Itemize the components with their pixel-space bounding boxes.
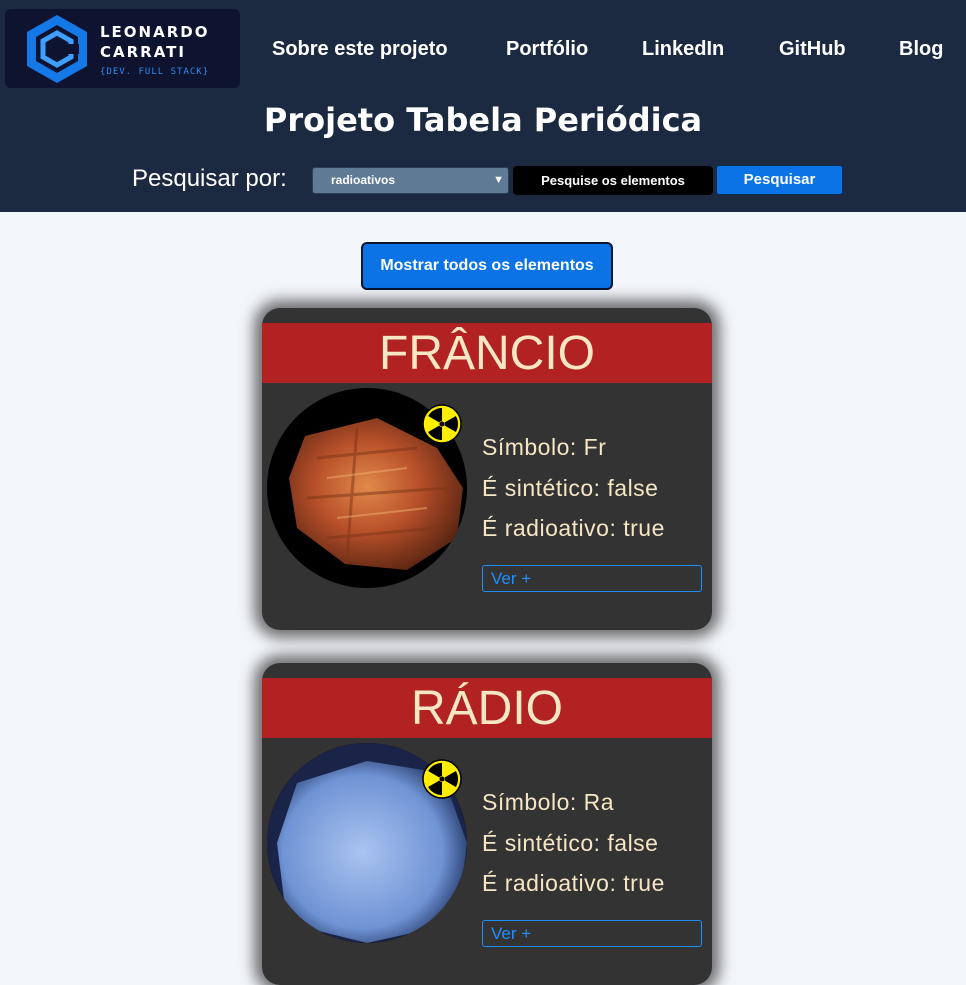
filter-select[interactable]: radioativos ▼ bbox=[312, 167, 509, 194]
nav-blog[interactable]: Blog bbox=[899, 38, 943, 61]
element-synthetic: É sintético: false bbox=[482, 475, 659, 501]
element-name: RÁDIO bbox=[262, 678, 712, 738]
view-more-button[interactable]: Ver + bbox=[482, 565, 702, 592]
element-radioactive: É radioativo: true bbox=[482, 870, 665, 896]
logo-name-last: CARRATI bbox=[100, 43, 186, 61]
element-radioactive: É radioativo: true bbox=[482, 515, 665, 541]
element-name: FRÂNCIO bbox=[262, 323, 712, 383]
brand-logo[interactable]: LEONARDO CARRATI {DEV. FULL STACK} bbox=[5, 9, 240, 88]
search-input[interactable]: Pesquise os elementos bbox=[513, 166, 713, 195]
radiation-icon bbox=[422, 404, 462, 444]
nav-linkedin[interactable]: LinkedIn bbox=[642, 38, 724, 61]
header: LEONARDO CARRATI {DEV. FULL STACK} Sobre… bbox=[0, 0, 966, 212]
page-title: Projeto Tabela Periódica bbox=[263, 101, 703, 139]
search-label: Pesquisar por: bbox=[132, 165, 287, 192]
radiation-icon bbox=[422, 759, 462, 799]
nav-about-project[interactable]: Sobre este projeto bbox=[272, 38, 448, 61]
element-symbol: Símbolo: Ra bbox=[482, 789, 615, 815]
nav-github[interactable]: GitHub bbox=[779, 38, 846, 61]
element-symbol: Símbolo: Fr bbox=[482, 434, 607, 460]
logo-tagline: {DEV. FULL STACK} bbox=[100, 67, 210, 77]
filter-selected-value: radioativos bbox=[331, 173, 396, 187]
element-card: RÁDIO Símbolo: Ra É sintético: false É r… bbox=[262, 663, 712, 985]
search-button[interactable]: Pesquisar bbox=[716, 165, 843, 195]
hexagon-logo-icon bbox=[27, 15, 87, 83]
element-card: FRÂNCIO Símbolo: Fr É sintético: false É… bbox=[262, 308, 712, 630]
view-more-button[interactable]: Ver + bbox=[482, 920, 702, 947]
nav-portfolio[interactable]: Portfólio bbox=[506, 38, 588, 61]
logo-name-first: LEONARDO bbox=[100, 23, 210, 41]
show-all-elements-button[interactable]: Mostrar todos os elementos bbox=[361, 242, 613, 290]
element-synthetic: É sintético: false bbox=[482, 830, 659, 856]
chevron-down-icon: ▼ bbox=[493, 174, 504, 186]
